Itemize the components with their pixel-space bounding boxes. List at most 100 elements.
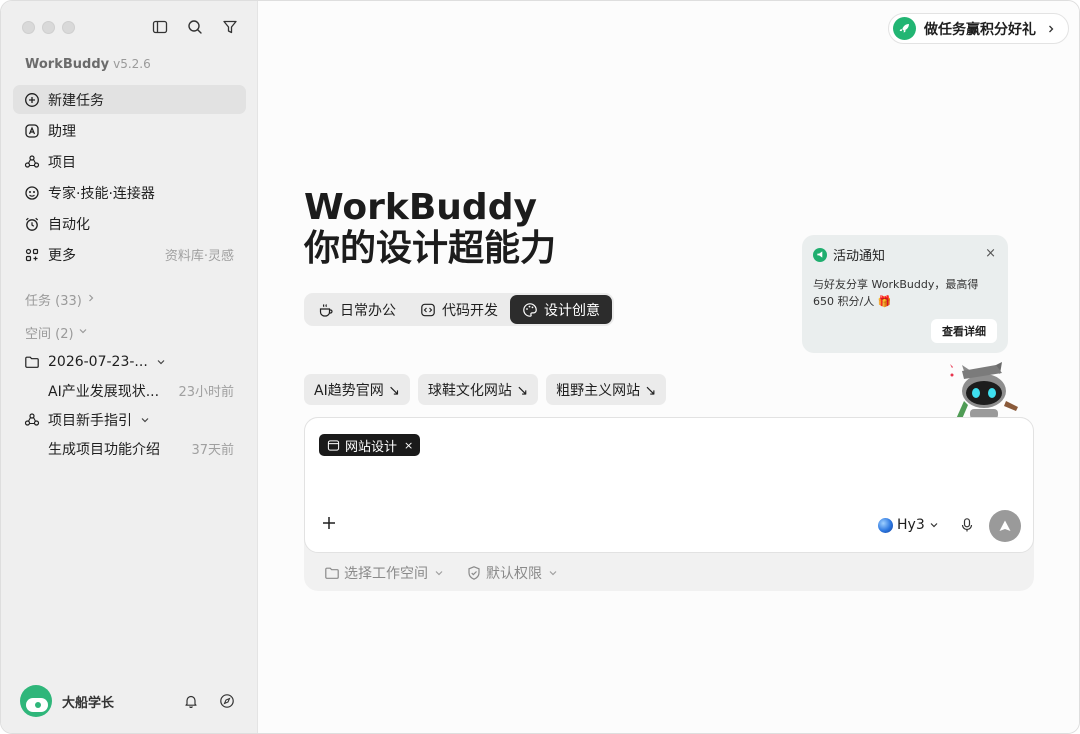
list-item[interactable]: AI产业发展现状... 23小时前 <box>13 376 246 405</box>
model-logo-icon <box>878 517 893 533</box>
tab-daily-office[interactable]: 日常办公 <box>306 295 408 324</box>
user-profile[interactable]: 大船学长 <box>20 685 114 717</box>
window-controls <box>22 21 75 34</box>
space-project-label: 项目新手指引 <box>48 412 132 429</box>
sidebar-item-label: 更多 <box>48 247 76 264</box>
promo-button[interactable]: 做任务赢积分好礼 <box>888 13 1069 44</box>
zoom-window-button[interactable] <box>62 21 75 34</box>
plus-circle-icon <box>24 92 40 108</box>
app-version: v5.2.6 <box>113 57 151 71</box>
sidebar-item-label: 助理 <box>48 123 76 140</box>
permission-label: 默认权限 <box>486 566 542 582</box>
app-window: WorkBuddy v5.2.6 新建任务 助理 项目 专家·技能·连接器 自动… <box>0 0 1080 734</box>
hero-title-line1: WorkBuddy <box>304 187 537 228</box>
sidebar-item-automation[interactable]: 自动化 <box>13 209 246 238</box>
promo-label: 做任务赢积分好礼 <box>924 21 1036 38</box>
microphone-icon[interactable] <box>958 516 976 534</box>
sidebar-item-experts[interactable]: 专家·技能·连接器 <box>13 178 246 207</box>
megaphone-icon <box>813 247 827 262</box>
close-window-button[interactable] <box>22 21 35 34</box>
mascot-robot-cat <box>950 362 1018 419</box>
tasks-section-header[interactable]: 任务 (33) <box>25 290 96 309</box>
suggestion-chips: AI趋势官网 ↘ 球鞋文化网站 ↘ 粗野主义网站 ↘ <box>304 374 667 405</box>
context-tag-label: 网站设计 <box>345 439 398 455</box>
folder-icon <box>24 354 40 370</box>
chevron-right-icon <box>1046 24 1056 34</box>
list-item-time: 23小时前 <box>178 385 234 400</box>
sidebar-item-more[interactable]: 更多 资料库·灵感 <box>13 240 246 269</box>
workspace-selector[interactable]: 选择工作空间 <box>324 563 444 583</box>
chevron-down-icon[interactable] <box>140 415 150 425</box>
bell-icon[interactable] <box>182 692 200 710</box>
tab-design-creative[interactable]: 设计创意 <box>510 295 612 324</box>
sidebar-item-label: 新建任务 <box>48 92 104 109</box>
avatar <box>20 685 52 717</box>
app-name: WorkBuddy <box>25 57 110 72</box>
spaces-section-header[interactable]: 空间 (2) <box>25 323 88 342</box>
suggestion-chip[interactable]: 粗野主义网站 ↘ <box>546 374 667 405</box>
folder-icon <box>324 565 340 581</box>
rocket-icon <box>893 17 916 40</box>
chevron-right-icon <box>86 292 96 307</box>
tab-label: 代码开发 <box>442 302 498 319</box>
sidebar-item-hint: 资料库·灵感 <box>164 249 234 264</box>
model-selector[interactable]: Hy3 <box>878 517 939 533</box>
space-folder-label: 2026-07-23-... <box>48 353 148 370</box>
chevron-down-icon <box>78 325 88 340</box>
assistant-icon <box>24 123 40 139</box>
spaces-section-label: 空间 (2) <box>25 327 74 342</box>
composer-input[interactable]: 网站设计 × Hy3 <box>304 417 1034 553</box>
search-icon[interactable] <box>186 18 204 36</box>
sidebar-item-projects[interactable]: 项目 <box>13 147 246 176</box>
space-project[interactable]: 项目新手指引 <box>13 405 246 434</box>
chevron-down-icon <box>929 520 939 530</box>
shield-check-icon <box>466 565 482 581</box>
browser-window-icon <box>326 438 340 452</box>
expert-icon <box>24 185 40 201</box>
project-icon <box>24 154 40 170</box>
chevron-down-icon[interactable] <box>156 357 166 367</box>
code-icon <box>420 302 436 318</box>
cup-icon <box>318 302 334 318</box>
tab-code-dev[interactable]: 代码开发 <box>408 295 510 324</box>
space-folder[interactable]: 2026-07-23-... <box>13 347 246 376</box>
list-item-title: 生成项目功能介绍 <box>48 441 160 458</box>
tab-label: 设计创意 <box>544 302 600 319</box>
tab-label: 日常办公 <box>340 302 396 319</box>
workspace-label: 选择工作空间 <box>344 566 428 582</box>
arrow-up-icon <box>999 520 1011 531</box>
mode-tabs: 日常办公 代码开发 设计创意 <box>304 293 614 326</box>
hero-title-line2: 你的设计超能力 <box>304 228 557 269</box>
composer-container: 网站设计 × Hy3 选择工作空间 默认权限 <box>304 417 1034 591</box>
list-item-time: 37天前 <box>191 443 234 458</box>
list-item-title: AI产业发展现状... <box>48 383 160 400</box>
permission-selector[interactable]: 默认权限 <box>466 563 558 583</box>
send-button[interactable] <box>989 510 1021 542</box>
list-item[interactable]: 生成项目功能介绍 37天前 <box>13 434 246 463</box>
sidebar-item-assistant[interactable]: 助理 <box>13 116 246 145</box>
sidebar-item-new-task[interactable]: 新建任务 <box>13 85 246 114</box>
main-area: 做任务赢积分好礼 WorkBuddy 你的设计超能力 日常办公 代码开发 设计创… <box>258 1 1079 733</box>
suggestion-chip[interactable]: 球鞋文化网站 ↘ <box>417 374 539 405</box>
sidebar-nav: 新建任务 助理 项目 专家·技能·连接器 自动化 更多 资料库·灵感 <box>13 85 246 271</box>
add-attachment-icon[interactable] <box>320 514 338 532</box>
close-icon[interactable]: × <box>985 246 996 261</box>
context-tag[interactable]: 网站设计 × <box>319 434 421 456</box>
view-details-button[interactable]: 查看详细 <box>931 319 997 343</box>
sidebar: WorkBuddy v5.2.6 新建任务 助理 项目 专家·技能·连接器 自动… <box>1 1 258 733</box>
compass-icon[interactable] <box>218 692 236 710</box>
sidebar-item-label: 专家·技能·连接器 <box>48 185 155 202</box>
app-brand: WorkBuddy v5.2.6 <box>25 57 151 72</box>
spaces-tree: 2026-07-23-... AI产业发展现状... 23小时前 项目新手指引 <box>13 347 246 463</box>
notice-body-line1: 与好友分享 WorkBuddy，最高得 <box>813 278 979 291</box>
sidebar-item-label: 自动化 <box>48 216 90 233</box>
tasks-section-label: 任务 (33) <box>25 294 82 309</box>
sidebar-item-label: 项目 <box>48 154 76 171</box>
user-name: 大船学长 <box>62 695 115 711</box>
remove-tag-icon[interactable]: × <box>404 439 413 452</box>
minimize-window-button[interactable] <box>42 21 55 34</box>
grid-icon <box>24 247 40 263</box>
suggestion-chip[interactable]: AI趋势官网 ↘ <box>304 374 410 405</box>
filter-icon[interactable] <box>221 18 239 36</box>
sidebar-toggle-icon[interactable] <box>151 18 169 36</box>
